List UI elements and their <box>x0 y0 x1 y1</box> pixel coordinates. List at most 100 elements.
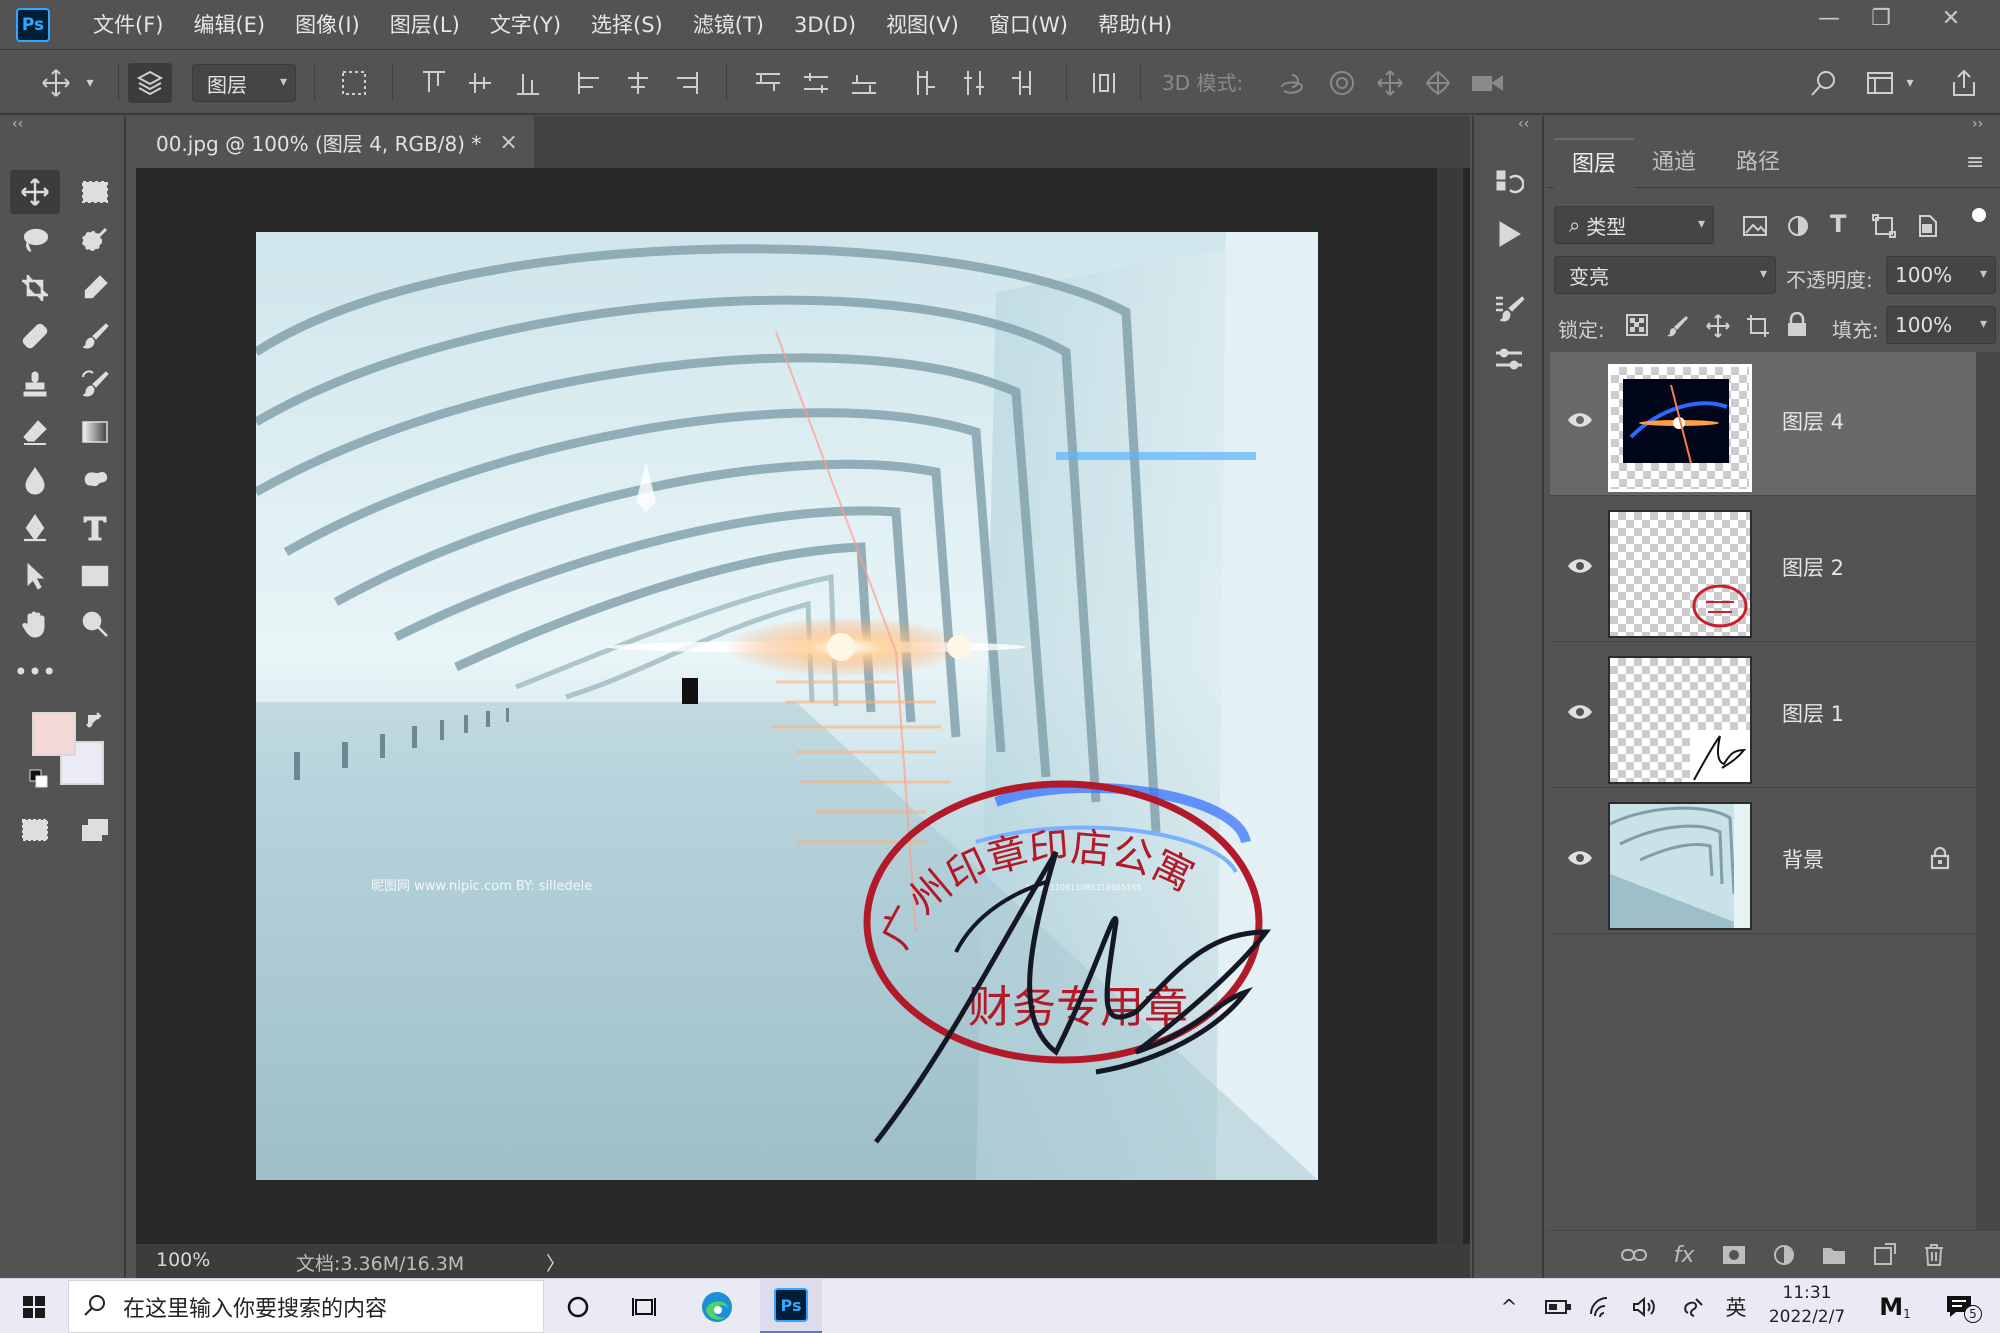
dodge-tool[interactable] <box>70 458 120 502</box>
layer-row-1[interactable]: 图层 1 <box>1550 644 1976 788</box>
align-vcenter-icon[interactable] <box>462 63 498 103</box>
filter-pixel-icon[interactable] <box>1742 214 1768 242</box>
cortana-icon[interactable] <box>556 1279 600 1333</box>
distribute-spacing-icon[interactable] <box>1086 63 1122 103</box>
filter-adjustment-icon[interactable] <box>1786 214 1810 242</box>
expand-dock-icon[interactable]: ‹‹ <box>1518 116 1529 132</box>
align-bottom-icon[interactable] <box>510 63 546 103</box>
visibility-eye-icon[interactable] <box>1566 702 1594 726</box>
eyedropper-tool[interactable] <box>70 266 120 310</box>
transform-controls-icon[interactable] <box>336 63 372 103</box>
default-colors-icon[interactable] <box>26 766 52 792</box>
menu-window[interactable]: 窗口(W) <box>974 0 1083 50</box>
healing-brush-tool[interactable] <box>10 314 60 358</box>
notification-center-icon[interactable]: 5 <box>1936 1279 1982 1333</box>
delete-layer-icon[interactable] <box>1918 1241 1950 1269</box>
document-size-info[interactable]: 文档:3.36M/16.3M <box>296 1249 464 1276</box>
menu-image[interactable]: 图像(I) <box>280 0 375 50</box>
distribute-vcenter-icon[interactable] <box>798 63 834 103</box>
new-group-icon[interactable] <box>1818 1241 1850 1269</box>
tab-layers[interactable]: 图层 <box>1554 138 1634 188</box>
lock-all-icon[interactable] <box>1786 311 1808 342</box>
actions-play-icon[interactable] <box>1484 210 1534 258</box>
align-left-icon[interactable] <box>572 63 608 103</box>
align-top-icon[interactable] <box>416 63 452 103</box>
distribute-hcenter-icon[interactable] <box>956 63 992 103</box>
distribute-left-icon[interactable] <box>908 63 944 103</box>
lock-artboard-icon[interactable] <box>1746 314 1770 342</box>
layer-row-background[interactable]: 背景 <box>1550 790 1976 934</box>
pen-tool[interactable] <box>10 506 60 550</box>
taskbar-search-box[interactable]: 在这里输入你要搜索的内容 <box>68 1280 544 1333</box>
close-button[interactable]: ✕ <box>1926 0 1976 36</box>
layer-name[interactable]: 背景 <box>1782 844 1824 874</box>
layer-name[interactable]: 图层 2 <box>1782 552 1844 582</box>
menu-edit[interactable]: 编辑(E) <box>178 0 280 50</box>
adjust-sliders-icon[interactable] <box>1484 336 1534 384</box>
canvas-scrollbar[interactable] <box>1437 168 1463 1244</box>
layer-row-2[interactable]: 图层 2 <box>1550 498 1976 642</box>
lasso-tool[interactable] <box>10 218 60 262</box>
gradient-tool[interactable] <box>70 410 120 454</box>
close-document-icon[interactable]: × <box>499 130 517 155</box>
brush-settings-icon[interactable] <box>1484 284 1534 332</box>
workspace-chevron-icon[interactable]: ▾ <box>1900 63 1920 103</box>
more-tools-icon[interactable]: ••• <box>10 650 60 694</box>
new-layer-icon[interactable] <box>1868 1241 1900 1269</box>
pen-menu-icon[interactable] <box>1676 1279 1712 1333</box>
new-adjustment-layer-icon[interactable] <box>1768 1241 1800 1269</box>
path-selection-tool[interactable] <box>10 554 60 598</box>
distribute-bottom-icon[interactable] <box>846 63 882 103</box>
input-method-indicator[interactable]: 英 <box>1718 1279 1754 1333</box>
lock-position-icon[interactable] <box>1706 314 1730 342</box>
layer-lock-icon[interactable] <box>1930 846 1950 874</box>
menu-help[interactable]: 帮助(H) <box>1083 0 1187 50</box>
share-icon[interactable] <box>1944 63 1984 103</box>
minimize-button[interactable]: — <box>1804 0 1854 36</box>
tab-channels[interactable]: 通道 <box>1634 138 1714 188</box>
task-view-icon[interactable] <box>622 1279 666 1333</box>
workspace-icon[interactable] <box>1860 63 1900 103</box>
menu-select[interactable]: 选择(S) <box>576 0 678 50</box>
search-icon[interactable] <box>1804 63 1844 103</box>
edge-browser-icon[interactable] <box>692 1279 742 1333</box>
move-tool-icon[interactable] <box>36 63 76 103</box>
zoom-level[interactable]: 100% <box>156 1249 210 1271</box>
move-tool[interactable] <box>10 170 60 214</box>
canvas-image[interactable]: 昵图网 www.nipic.com BY: silledele No:20110… <box>256 232 1318 1180</box>
type-tool[interactable] <box>70 506 120 550</box>
filter-toggle[interactable] <box>1972 208 1986 222</box>
layer-name[interactable]: 图层 1 <box>1782 698 1844 728</box>
history-brush-tool[interactable] <box>70 362 120 406</box>
rectangle-tool[interactable] <box>70 554 120 598</box>
wifi-icon[interactable] <box>1584 1279 1620 1333</box>
brush-tool[interactable] <box>70 314 120 358</box>
im-app-icon[interactable]: M1 <box>1872 1279 1918 1333</box>
align-hcenter-icon[interactable] <box>620 63 656 103</box>
lock-transparent-icon[interactable] <box>1626 314 1648 340</box>
foreground-color-swatch[interactable] <box>32 712 76 756</box>
collapse-tools-icon[interactable]: ‹‹ <box>12 116 23 132</box>
swap-colors-icon[interactable] <box>80 706 110 736</box>
document-tab[interactable]: 00.jpg @ 100% (图层 4, RGB/8) * × <box>136 116 534 168</box>
quick-mask-icon[interactable] <box>10 808 60 852</box>
restore-button[interactable]: ❐ <box>1856 0 1906 36</box>
panel-menu-icon[interactable]: ≡ <box>1966 150 1984 175</box>
canvas-area[interactable]: 昵图网 www.nipic.com BY: silledele No:20110… <box>136 168 1470 1244</box>
visibility-eye-icon[interactable] <box>1566 848 1594 872</box>
layers-scrollbar[interactable] <box>1976 352 2000 1230</box>
fill-field[interactable]: 100% ▾ <box>1886 306 1996 344</box>
tab-paths[interactable]: 路径 <box>1718 138 1798 188</box>
volume-icon[interactable] <box>1626 1279 1662 1333</box>
tool-preset-chevron-icon[interactable]: ▾ <box>80 63 100 103</box>
show-hidden-icons-chevron-icon[interactable]: ^ <box>1494 1279 1524 1333</box>
align-right-icon[interactable] <box>668 63 704 103</box>
filter-shape-icon[interactable] <box>1872 214 1896 242</box>
taskbar-photoshop-app[interactable]: Ps <box>760 1279 822 1333</box>
blend-mode-dropdown[interactable]: 变亮 ▾ <box>1554 256 1776 294</box>
distribute-top-icon[interactable] <box>750 63 786 103</box>
status-menu-arrow-icon[interactable]: 〉 <box>546 1249 565 1276</box>
add-mask-icon[interactable] <box>1718 1241 1750 1269</box>
quick-selection-tool[interactable] <box>70 218 120 262</box>
taskbar-clock[interactable]: 11:31 2022/2/7 <box>1752 1281 1862 1329</box>
